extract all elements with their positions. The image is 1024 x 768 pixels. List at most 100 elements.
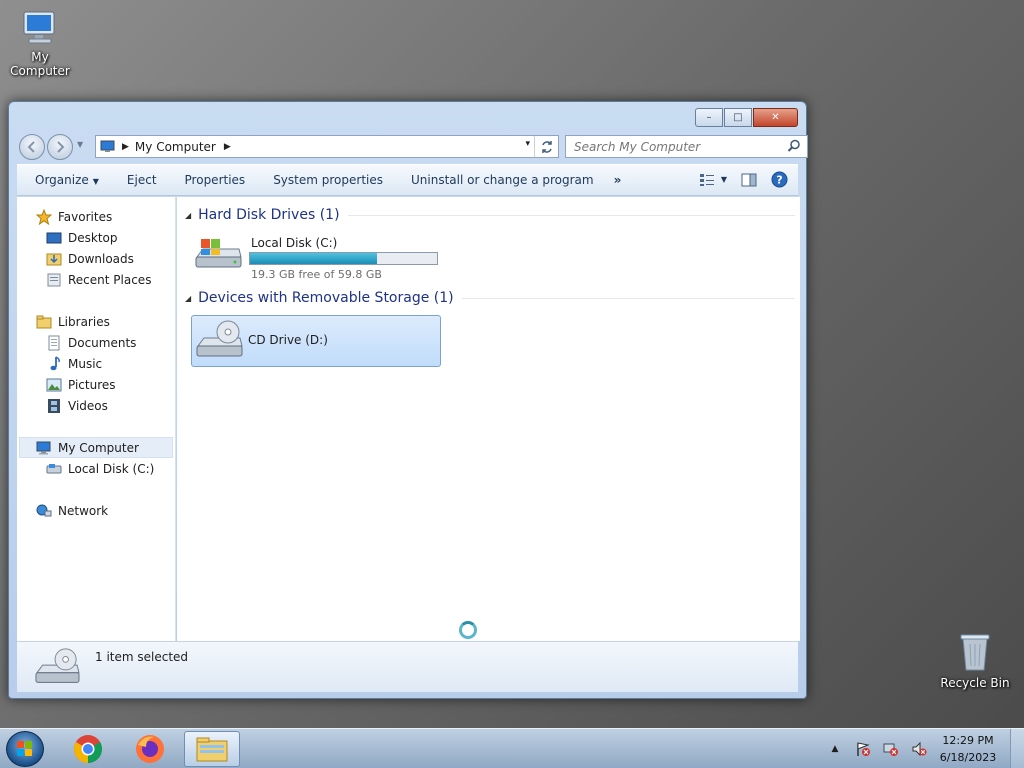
- search-input[interactable]: [574, 139, 784, 154]
- cd-drive-icon: [35, 648, 80, 683]
- view-dropdown-icon: ▼: [720, 175, 727, 184]
- taskbar-explorer[interactable]: [184, 731, 240, 767]
- breadcrumb-my-computer[interactable]: My Computer: [135, 140, 216, 154]
- organize-button[interactable]: Organize ▼: [17, 173, 113, 187]
- nav-my-computer[interactable]: My Computer: [19, 437, 173, 458]
- computer-icon: [23, 11, 55, 44]
- volume-muted-icon[interactable]: [910, 741, 928, 757]
- organize-label: Organize: [35, 173, 89, 187]
- address-dropdown-icon[interactable]: ▾: [525, 139, 530, 149]
- drive-item-local-disk-c[interactable]: Local Disk (C:) 19.3 GB free of 59.8 GB: [193, 235, 438, 281]
- back-button[interactable]: [19, 134, 45, 160]
- libraries-icon: [36, 314, 52, 330]
- cd-drive-icon: [196, 320, 243, 357]
- change-view-button[interactable]: ▼: [699, 173, 727, 187]
- drive-capacity-fill: [250, 253, 377, 264]
- more-commands-button[interactable]: »: [608, 173, 628, 187]
- nav-pictures-label: Pictures: [68, 377, 116, 392]
- breadcrumb-separator-icon[interactable]: ▶: [122, 142, 129, 152]
- computer-icon: [100, 140, 115, 152]
- refresh-button[interactable]: [534, 136, 558, 157]
- content-pane: ◢ Hard Disk Drives (1) Local Disk (C:) 1…: [177, 197, 800, 641]
- nav-pictures[interactable]: Pictures: [17, 374, 175, 395]
- navigation-pane: Favorites Desktop Downloads Recent Place…: [17, 197, 176, 641]
- nav-favorites[interactable]: Favorites: [17, 206, 175, 227]
- firefox-icon: [136, 735, 164, 763]
- group-divider: [347, 214, 795, 216]
- system-tray: ▲ 12:29 PM 6/18/2023: [826, 729, 1024, 768]
- search-box[interactable]: [565, 135, 808, 158]
- properties-button[interactable]: Properties: [171, 173, 260, 187]
- address-bar[interactable]: ▶ My Computer ▶ ▾: [95, 135, 559, 158]
- start-button[interactable]: [6, 731, 44, 767]
- clock-date: 6/18/2023: [939, 751, 997, 764]
- action-center-flag-icon[interactable]: [854, 741, 872, 757]
- clock-time: 12:29 PM: [942, 734, 994, 747]
- collapse-triangle-icon[interactable]: ◢: [185, 211, 191, 220]
- explorer-window: – □ ✕ ▼ ▶ My Computer ▶ ▾ Search My Comp…: [8, 101, 808, 699]
- preview-pane-icon[interactable]: [741, 173, 757, 187]
- forward-arrow-icon: [57, 141, 65, 153]
- collapse-triangle-icon[interactable]: ◢: [185, 294, 191, 303]
- nav-local-disk-c[interactable]: Local Disk (C:): [17, 458, 175, 479]
- nav-documents[interactable]: Documents: [17, 332, 175, 353]
- nav-music[interactable]: Music: [17, 353, 175, 374]
- nav-downloads[interactable]: Downloads: [17, 248, 175, 269]
- forward-button[interactable]: [47, 134, 73, 160]
- taskbar-chrome[interactable]: [60, 731, 116, 767]
- drive-name: CD Drive (D:): [248, 333, 328, 347]
- film-strip-icon: [46, 398, 62, 414]
- group-header-hard-disk[interactable]: ◢ Hard Disk Drives (1): [185, 207, 795, 223]
- pictures-icon: [46, 377, 62, 393]
- nav-local-disk-c-label: Local Disk (C:): [68, 461, 155, 476]
- hard-drive-icon: [195, 239, 242, 268]
- group-divider: [461, 297, 795, 299]
- drive-icon: [46, 461, 62, 477]
- network-status-icon[interactable]: [882, 741, 900, 757]
- nav-videos[interactable]: Videos: [17, 395, 175, 416]
- caption-buttons: – □ ✕: [695, 108, 798, 127]
- nav-network[interactable]: Network: [17, 500, 175, 521]
- help-icon[interactable]: ?: [771, 171, 788, 188]
- group-header-removable[interactable]: ◢ Devices with Removable Storage (1): [185, 290, 795, 306]
- maximize-button[interactable]: □: [724, 108, 752, 127]
- nav-music-label: Music: [68, 356, 103, 371]
- uninstall-program-button[interactable]: Uninstall or change a program: [397, 173, 608, 187]
- nav-my-computer-label: My Computer: [58, 440, 139, 455]
- recent-places-icon: [46, 272, 62, 288]
- drive-capacity-bar: [249, 252, 438, 265]
- minimize-button[interactable]: –: [695, 108, 723, 127]
- details-pane: 1 item selected: [17, 641, 798, 692]
- folder-icon: [196, 737, 228, 762]
- nav-recent-places[interactable]: Recent Places: [17, 269, 175, 290]
- recent-pages-chevron-icon[interactable]: ▼: [77, 140, 83, 149]
- dropdown-arrow-icon: ▼: [92, 177, 99, 186]
- svg-text:?: ?: [776, 174, 782, 187]
- refresh-icon: [541, 140, 552, 153]
- address-row: ▼ ▶ My Computer ▶ ▾: [17, 132, 808, 160]
- nav-libraries[interactable]: Libraries: [17, 311, 175, 332]
- show-hidden-icons-icon[interactable]: ▲: [826, 741, 844, 757]
- drive-free-space: 19.3 GB free of 59.8 GB: [251, 268, 382, 281]
- drive-name: Local Disk (C:): [251, 236, 338, 250]
- nav-videos-label: Videos: [68, 398, 108, 413]
- view-list-icon: [699, 173, 714, 186]
- selection-status: 1 item selected: [95, 650, 189, 664]
- view-controls: ▼ ?: [699, 171, 788, 188]
- breadcrumb-separator-icon[interactable]: ▶: [224, 142, 231, 152]
- command-bar: Organize ▼ Eject Properties System proper…: [17, 164, 798, 196]
- nav-desktop[interactable]: Desktop: [17, 227, 175, 248]
- close-button[interactable]: ✕: [753, 108, 798, 127]
- system-properties-button[interactable]: System properties: [259, 173, 397, 187]
- taskbar-firefox[interactable]: [122, 731, 178, 767]
- search-icon[interactable]: [787, 139, 801, 153]
- desktop-icon-recycle-bin[interactable]: Recycle Bin: [935, 630, 1015, 690]
- eject-button[interactable]: Eject: [113, 173, 171, 187]
- music-note-icon: [46, 355, 62, 372]
- drive-item-cd-drive-d[interactable]: CD Drive (D:): [191, 315, 441, 367]
- desktop-icon-my-computer[interactable]: My Computer: [0, 8, 80, 78]
- show-desktop-button[interactable]: [1010, 729, 1024, 768]
- clock[interactable]: 12:29 PM 6/18/2023: [938, 732, 998, 766]
- group-header-label: Devices with Removable Storage (1): [198, 290, 454, 306]
